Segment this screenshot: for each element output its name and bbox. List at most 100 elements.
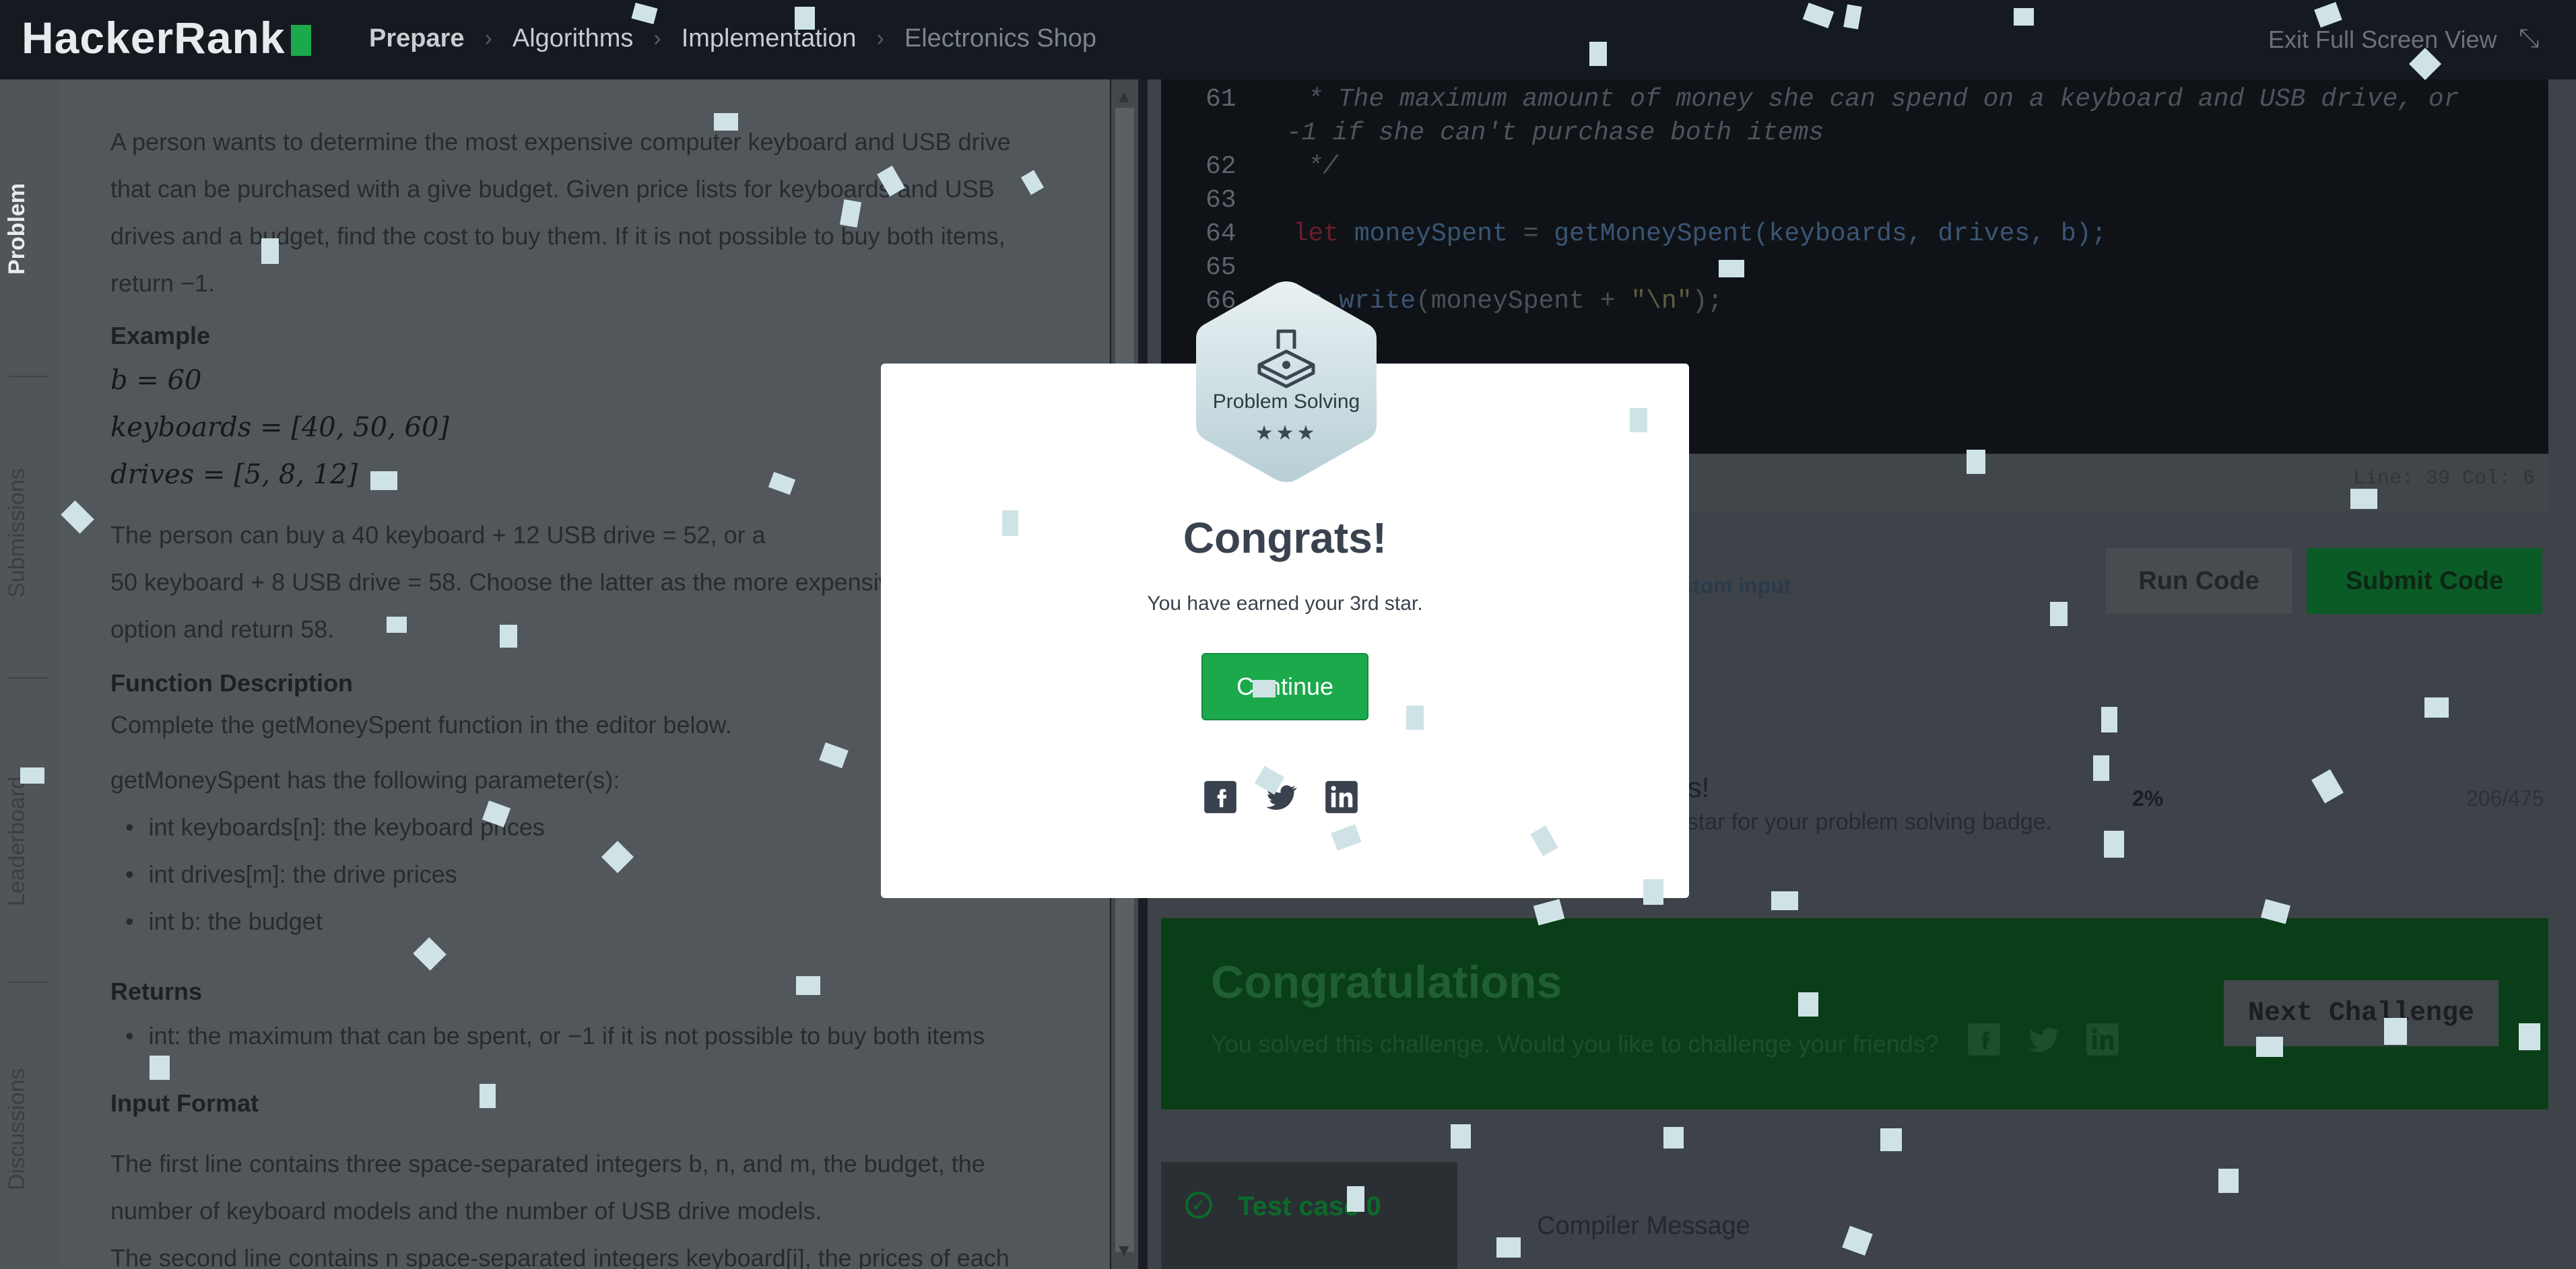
tab-discussions[interactable]: Discussions bbox=[0, 982, 59, 1264]
code-args: (moneySpent + bbox=[1416, 287, 1631, 316]
code-function: getMoneySpent bbox=[1554, 219, 1754, 248]
confetti-piece bbox=[480, 1084, 496, 1108]
run-code-button[interactable]: Run Code bbox=[2106, 548, 2292, 614]
confetti-piece bbox=[150, 1056, 170, 1080]
line-number: 63 bbox=[1206, 186, 1236, 215]
confetti-piece bbox=[1451, 1124, 1471, 1148]
confetti-piece bbox=[2424, 697, 2449, 718]
intro-line: drives and a budget, find the cost to bu… bbox=[110, 222, 1005, 250]
side-tabs: Problem Submissions Leaderboard Discussi… bbox=[0, 79, 59, 1269]
code-keyword: let bbox=[1292, 219, 1340, 248]
confetti-piece bbox=[2218, 1169, 2239, 1193]
line-number: 65 bbox=[1206, 253, 1236, 282]
confetti-piece bbox=[1002, 510, 1018, 536]
code-comment: */ bbox=[1276, 152, 1338, 181]
list-item: int b: the budget bbox=[125, 898, 1100, 945]
linkedin-icon[interactable] bbox=[1324, 780, 1359, 815]
confetti-piece bbox=[2256, 1037, 2283, 1057]
collapse-icon[interactable]: ⤡ bbox=[2519, 24, 2539, 53]
input-format-heading: Input Format bbox=[110, 1089, 259, 1117]
input-line: The first line contains three space-sepa… bbox=[110, 1150, 985, 1177]
breadcrumb-algorithms[interactable]: Algorithms bbox=[513, 24, 634, 53]
twitter-icon[interactable] bbox=[2026, 1022, 2061, 1057]
top-bar: HackerRank Prepare › Algorithms › Implem… bbox=[0, 0, 2576, 79]
custom-input-checkbox-label[interactable]: stom input bbox=[1681, 574, 1791, 598]
facebook-icon[interactable] bbox=[1203, 780, 1238, 815]
modal-share-icons bbox=[1203, 780, 1359, 815]
input-line: The second line contains n space-separat… bbox=[110, 1244, 1010, 1269]
confetti-piece bbox=[1406, 706, 1424, 730]
list-item: int: the maximum that can be spent, or −… bbox=[125, 1013, 1100, 1060]
example-heading: Example bbox=[110, 322, 211, 349]
code-variable: moneySpent bbox=[1339, 219, 1508, 248]
badge-title: Problem Solving bbox=[1212, 390, 1360, 413]
cursor-status: Line: 39 Col: 6 bbox=[2353, 467, 2536, 490]
banner-subtitle: You solved this challenge. Would you lik… bbox=[1211, 1030, 1939, 1058]
continue-button[interactable]: Continue bbox=[1201, 653, 1368, 720]
breadcrumb-prepare[interactable]: Prepare bbox=[369, 24, 465, 53]
compiler-message-label: Compiler Message bbox=[1537, 1212, 1750, 1240]
confetti-piece bbox=[387, 617, 407, 633]
scroll-up-icon[interactable]: ▲ bbox=[1115, 86, 1133, 107]
confetti-piece bbox=[1643, 879, 1663, 905]
linkedin-icon[interactable] bbox=[2085, 1022, 2120, 1057]
tab-leaderboard-label: Leaderboard bbox=[4, 776, 30, 906]
intro-line: that can be purchased with a give budget… bbox=[110, 175, 995, 203]
problem-solving-badge-icon bbox=[1196, 281, 1377, 482]
chevron-right-icon: › bbox=[876, 26, 884, 51]
confetti-piece bbox=[1663, 1127, 1684, 1148]
tab-submissions[interactable]: Submissions bbox=[0, 376, 59, 672]
confetti-piece bbox=[1253, 680, 1276, 697]
chevron-right-icon: › bbox=[484, 26, 492, 51]
breadcrumb: Prepare › Algorithms › Implementation › … bbox=[369, 24, 1096, 53]
confetti-piece bbox=[795, 7, 815, 30]
problem-intro: A person wants to determine the most exp… bbox=[110, 118, 1100, 307]
input-format: The first line contains three space-sepa… bbox=[110, 1140, 1100, 1269]
exit-fullscreen-link[interactable]: Exit Full Screen View bbox=[2268, 26, 2497, 54]
confetti-piece bbox=[1771, 891, 1798, 910]
confetti-piece bbox=[2350, 489, 2377, 509]
chevron-right-icon: › bbox=[653, 26, 661, 51]
confetti-piece bbox=[2093, 755, 2109, 781]
scroll-down-icon[interactable]: ▼ bbox=[1115, 1240, 1133, 1261]
confetti-piece bbox=[2050, 602, 2068, 626]
confetti-piece bbox=[261, 238, 279, 264]
confetti-piece bbox=[2519, 1023, 2540, 1050]
modal-message: You have earned your 3rd star. bbox=[1147, 592, 1423, 615]
function-description-heading: Function Description bbox=[110, 669, 353, 697]
returns-list: int: the maximum that can be spent, or −… bbox=[110, 1013, 1100, 1060]
facebook-icon[interactable] bbox=[1967, 1022, 2002, 1057]
confetti-piece bbox=[1589, 42, 1607, 66]
line-number: 64 bbox=[1206, 219, 1236, 248]
line-number: 62 bbox=[1206, 152, 1236, 181]
confetti-piece bbox=[1630, 408, 1647, 432]
breadcrumb-implementation[interactable]: Implementation bbox=[682, 24, 857, 53]
code-comment: -1 if she can't purchase both items bbox=[1286, 118, 1824, 147]
submit-code-button[interactable]: Submit Code bbox=[2307, 548, 2542, 614]
confetti-piece bbox=[2101, 707, 2117, 732]
confetti-piece bbox=[1880, 1128, 1902, 1151]
tab-discussions-label: Discussions bbox=[4, 1068, 30, 1190]
confetti-piece bbox=[20, 767, 44, 784]
progress-count: 206/475 bbox=[2466, 786, 2544, 811]
code-op: = bbox=[1507, 219, 1554, 248]
banner-title: Congratulations bbox=[1211, 957, 1562, 1008]
confetti-piece bbox=[2104, 831, 2124, 858]
logo-square bbox=[290, 25, 311, 56]
input-line: number of keyboard models and the number… bbox=[110, 1197, 822, 1225]
logo-text: HackerRank bbox=[22, 13, 286, 63]
badge-progress-desc: 4th star for your problem solving badge. bbox=[1649, 809, 2053, 835]
progress-percent: 2% bbox=[2132, 786, 2164, 811]
tab-submissions-label: Submissions bbox=[4, 468, 30, 598]
confetti-piece bbox=[1967, 450, 1985, 474]
confetti-piece bbox=[1347, 1186, 1364, 1212]
hackerrank-logo[interactable]: HackerRank bbox=[22, 12, 311, 63]
confetti-piece bbox=[370, 471, 397, 490]
check-circle-icon: ✓ bbox=[1185, 1192, 1212, 1219]
banner-share-icons bbox=[1967, 1022, 2120, 1057]
intro-line: A person wants to determine the most exp… bbox=[110, 128, 1011, 156]
tab-leaderboard[interactable]: Leaderboard bbox=[0, 677, 59, 973]
tab-problem[interactable]: Problem bbox=[0, 79, 59, 376]
badge-stars: ★★★ bbox=[1255, 422, 1318, 444]
line-number: 61 bbox=[1206, 85, 1236, 114]
